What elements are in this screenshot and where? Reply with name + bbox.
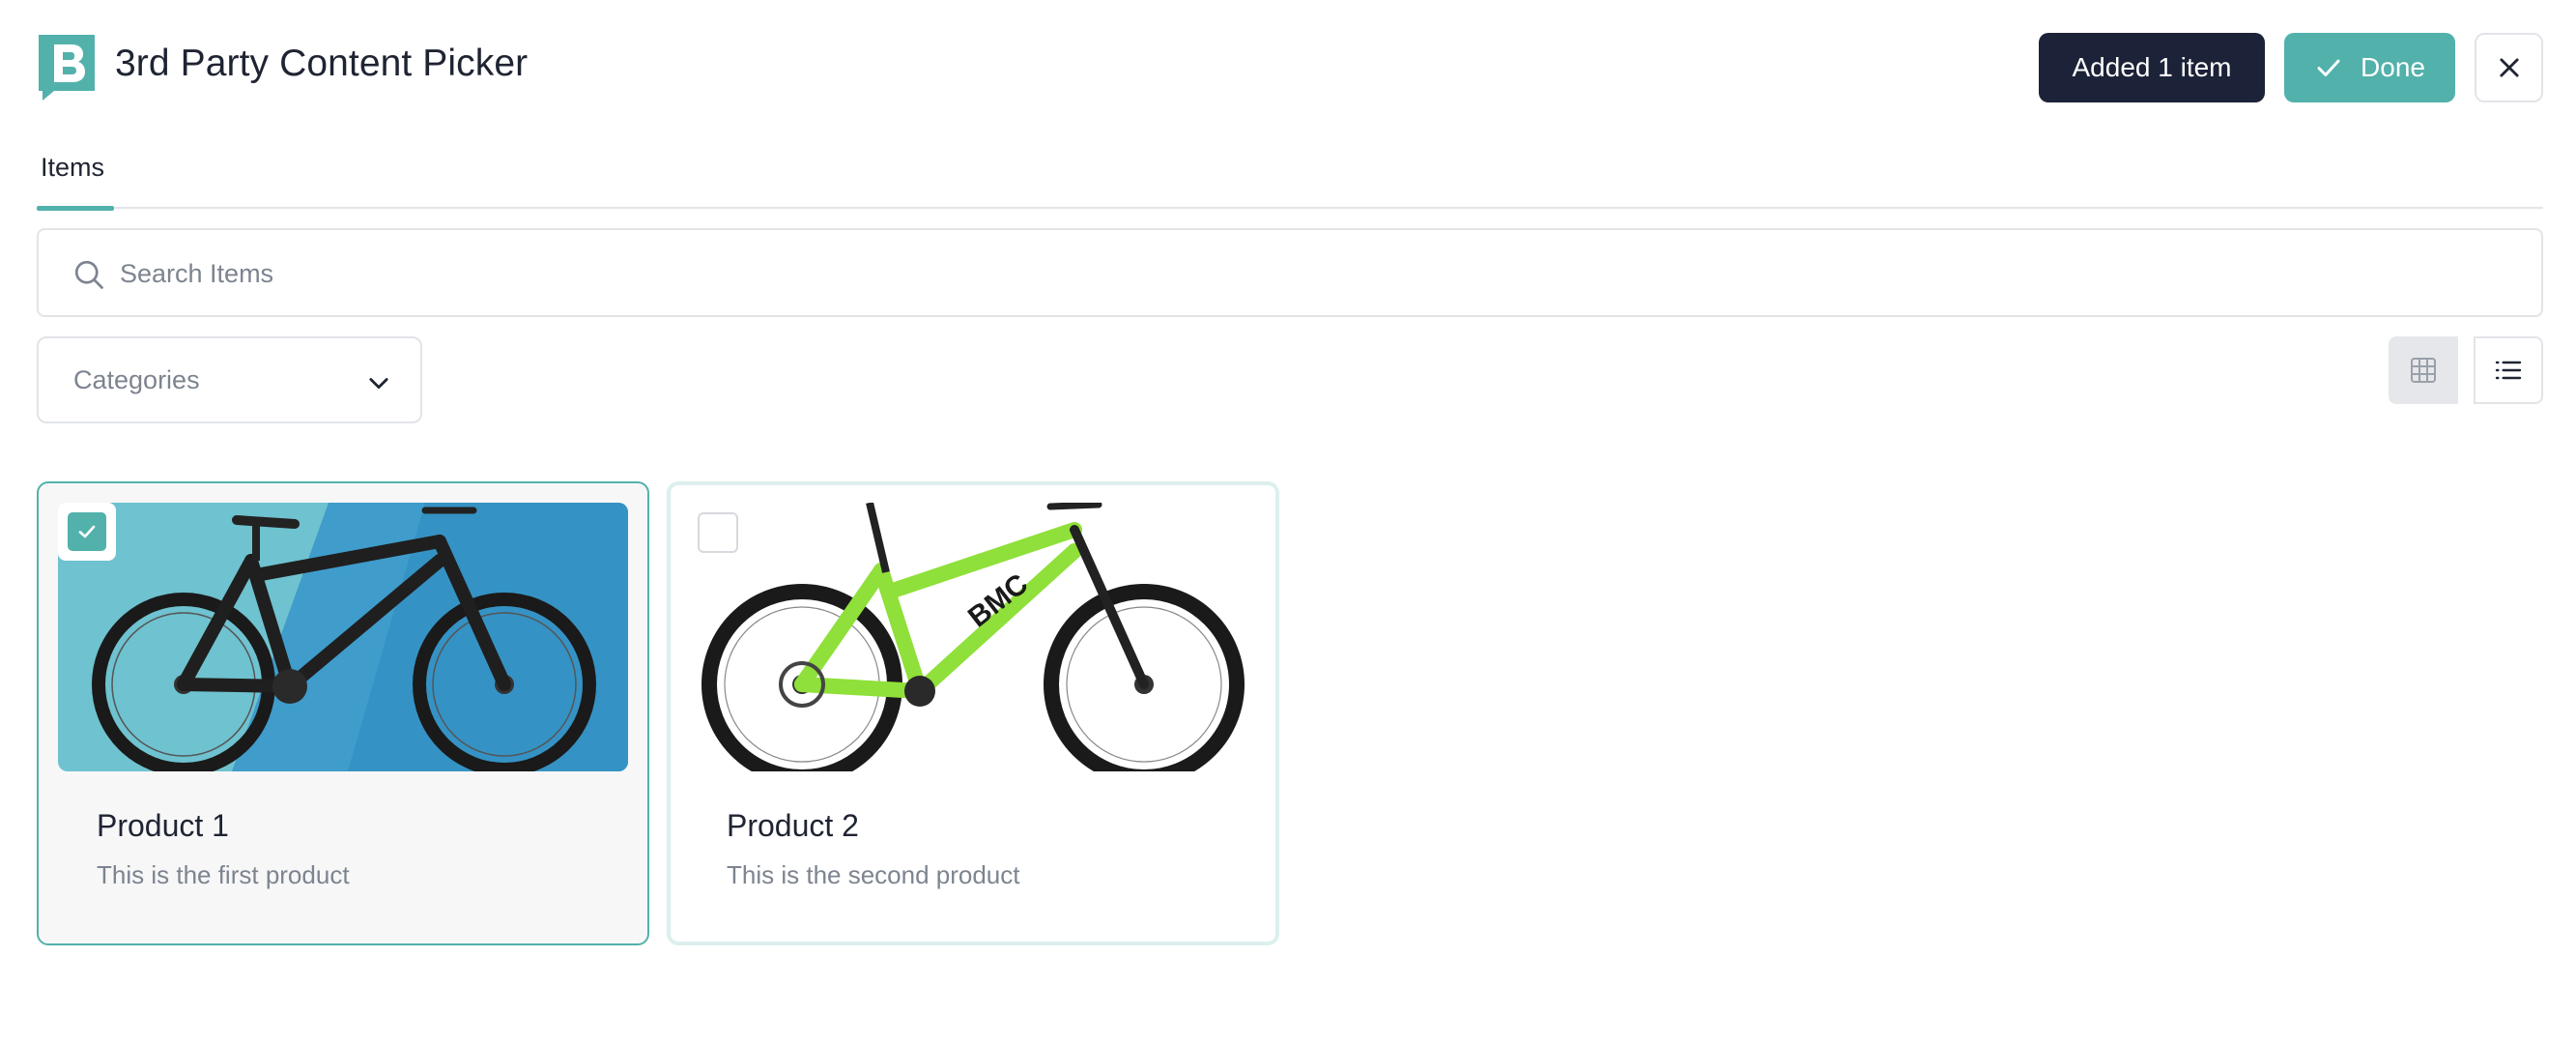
product-1-description: This is the first product xyxy=(97,860,350,889)
product-2-title: Product 2 xyxy=(727,808,859,843)
bike-image xyxy=(58,503,628,771)
close-icon xyxy=(2499,58,2519,77)
grid-view-toggle[interactable] xyxy=(2389,336,2458,404)
product-2-description: This is the second product xyxy=(727,860,1020,889)
search-icon xyxy=(74,260,103,289)
picker-header: 3rd Party Content Picker Added 1 item Do… xyxy=(0,0,2576,137)
product-1-checkbox[interactable] xyxy=(58,503,116,561)
done-button[interactable]: Done xyxy=(2284,33,2455,102)
app-title: 3rd Party Content Picker xyxy=(115,43,529,84)
product-card-2[interactable]: BMC Product 2 This is the second product xyxy=(667,481,1279,945)
categories-label: Categories xyxy=(73,365,200,394)
bike-image: BMC xyxy=(688,503,1258,771)
checkmark-icon xyxy=(78,525,96,538)
tab-items-label: Items xyxy=(41,153,105,182)
close-button[interactable] xyxy=(2475,33,2543,102)
active-tab-indicator xyxy=(37,206,114,211)
list-view-toggle[interactable] xyxy=(2474,336,2543,404)
product-2-checkbox[interactable] xyxy=(698,512,738,553)
search-input[interactable] xyxy=(120,249,2497,298)
search-box xyxy=(37,228,2543,317)
product-2-image: BMC xyxy=(688,503,1258,771)
product-card-1[interactable]: Product 1 This is the first product xyxy=(37,481,649,945)
chevron-down-icon xyxy=(369,378,388,390)
done-button-label: Done xyxy=(2361,52,2425,82)
product-1-image xyxy=(58,503,628,771)
tab-items[interactable]: Items xyxy=(37,143,114,211)
checkmark-icon xyxy=(2317,59,2340,76)
added-items-button[interactable]: Added 1 item xyxy=(2039,33,2265,102)
brand-logo-icon xyxy=(39,35,95,101)
grid-icon xyxy=(2411,358,2436,383)
product-1-title: Product 1 xyxy=(97,808,229,843)
tab-bar: Items xyxy=(37,143,2543,211)
list-icon xyxy=(2495,361,2522,380)
categories-dropdown[interactable]: Categories xyxy=(37,336,422,423)
